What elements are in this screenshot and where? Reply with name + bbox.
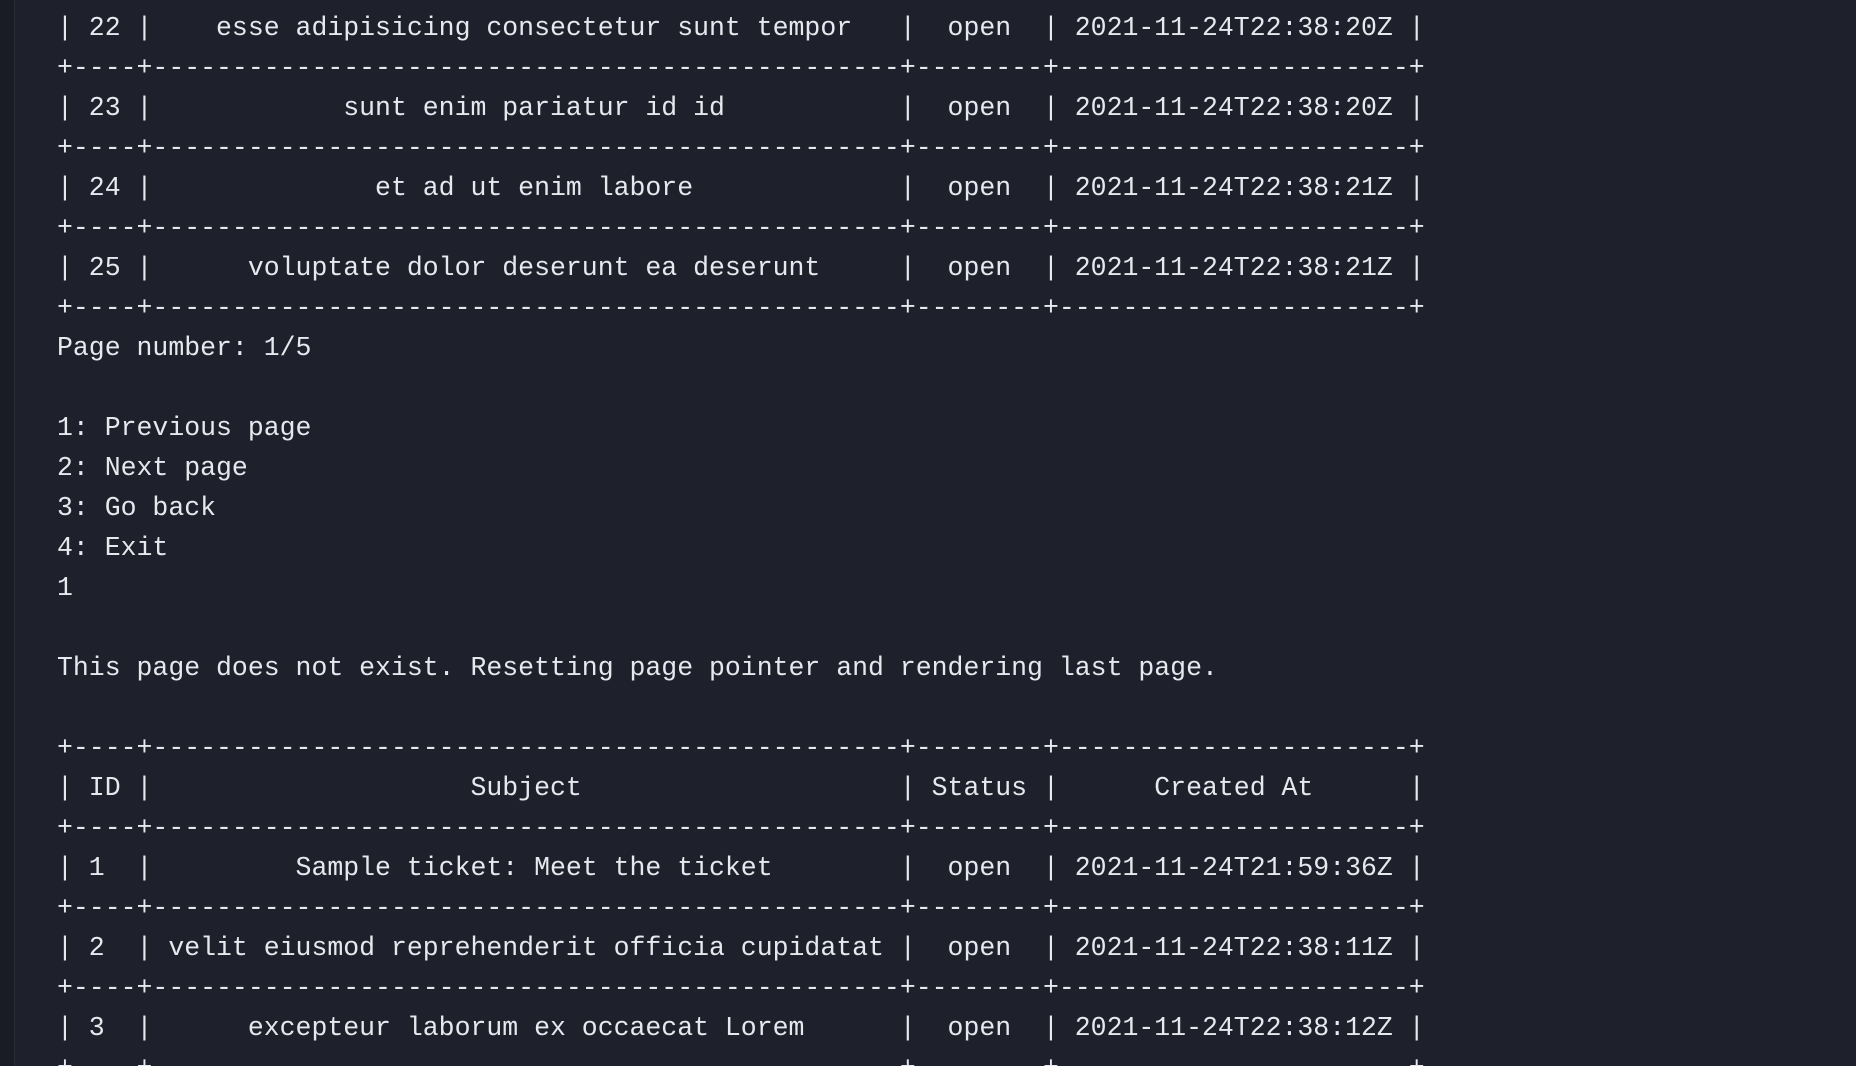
menu-option: 4: Exit	[57, 533, 169, 563]
menu-option: 3: Go back	[57, 493, 217, 523]
table-row: | 23 | sunt enim pariatur id id | open |…	[57, 93, 1425, 123]
table-border-line: +----+----------------------------------…	[57, 133, 1425, 163]
table-border-line: +----+----------------------------------…	[57, 1048, 1425, 1066]
status-message: This page does not exist. Resetting page…	[57, 653, 1218, 683]
table-border-line: +----+----------------------------------…	[57, 733, 1425, 763]
table-header-row: | ID | Subject | Status | Created At |	[57, 773, 1425, 803]
menu-option: 2: Next page	[57, 453, 248, 483]
user-input-line: 1	[57, 573, 73, 603]
table-border-line: +----+----------------------------------…	[57, 973, 1425, 1003]
table-row: | 24 | et ad ut enim labore | open | 202…	[57, 173, 1425, 203]
table-row: | 2 | velit eiusmod reprehenderit offici…	[57, 933, 1425, 963]
table-border-line: +----+----------------------------------…	[57, 293, 1425, 323]
table-row: | 25 | voluptate dolor deserunt ea deser…	[57, 253, 1425, 283]
table-border-line: +----+----------------------------------…	[57, 813, 1425, 843]
page-number-text: Page number: 1/5	[57, 333, 312, 363]
table-border-line: +----+----------------------------------…	[57, 213, 1425, 243]
terminal-output[interactable]: | 22 | esse adipisicing consectetur sunt…	[57, 8, 1425, 1066]
table-border-line: +----+----------------------------------…	[57, 53, 1425, 83]
terminal-gutter	[0, 0, 15, 1066]
table-row: | 3 | excepteur laborum ex occaecat Lore…	[57, 1013, 1425, 1043]
menu-option: 1: Previous page	[57, 413, 312, 443]
table-row: | 22 | esse adipisicing consectetur sunt…	[57, 13, 1425, 43]
table-border-line: +----+----------------------------------…	[57, 893, 1425, 923]
table-row: | 1 | Sample ticket: Meet the ticket | o…	[57, 853, 1425, 883]
